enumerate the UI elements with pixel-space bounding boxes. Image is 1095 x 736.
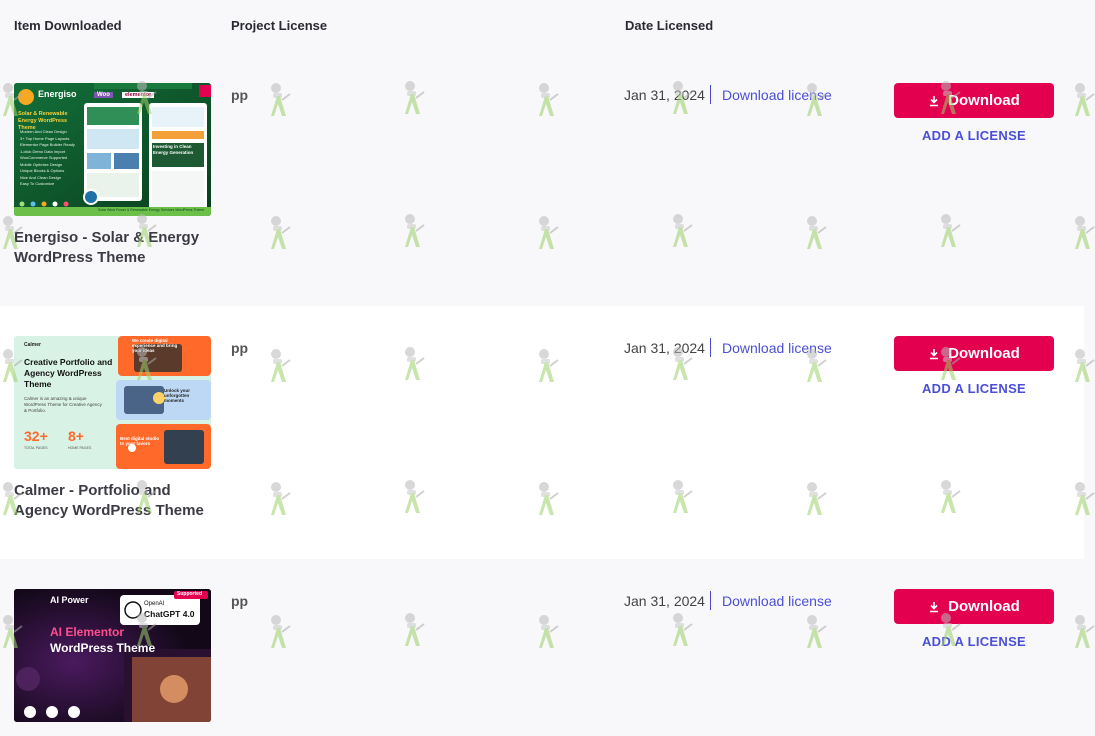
thumb-line1: AI Elementor (50, 625, 125, 639)
download-license-link[interactable]: Download license (722, 340, 832, 356)
project-license-value: pp (231, 340, 249, 356)
thumb-stat-homes-label: HOME PAGES (68, 446, 92, 450)
thumb-stat-pages: 32+ (24, 428, 48, 444)
item-thumbnail[interactable]: Energiso Solar & Renewable Energy WordPr… (14, 83, 211, 216)
thumb-card-text: Unlock your unforgotten moments (164, 388, 191, 403)
woo-badge: Woo (94, 92, 113, 98)
thumb-card-text: Best digital studio to your favors (120, 436, 160, 446)
thumb-supported-badge: Supported (177, 591, 202, 597)
header-project-license: Project License (231, 18, 328, 33)
download-button[interactable]: Download (894, 589, 1054, 624)
thumb-footer: Solar Wind Power & Renewable Energy Serv… (98, 208, 205, 212)
download-button-label: Download (948, 345, 1020, 362)
download-button[interactable]: Download (894, 336, 1054, 371)
header-item-downloaded: Item Downloaded (14, 18, 122, 33)
thumb-hero-text: Investing in Clean Energy Generation (153, 144, 194, 155)
thumb-brand: Energiso (38, 89, 77, 99)
item-title[interactable]: Energiso - Solar & Energy WordPress Them… (14, 228, 214, 268)
thumb-feature: Easy To Customize (20, 181, 55, 186)
project-license-value: pp (231, 593, 249, 609)
thumb-headline: Creative Portfolio and Agency WordPress … (24, 357, 113, 389)
thumb-openai: OpenAI (144, 601, 165, 607)
thumb-brand: AI Power (50, 595, 89, 605)
thumb-feature: Elementor Page Builder Ready (20, 142, 75, 147)
download-icon (930, 348, 939, 359)
download-button[interactable]: Download (894, 83, 1054, 118)
item-thumbnail[interactable]: AI Power Supported OpenAI ChatGPT 4.0 AI… (14, 589, 211, 722)
date-licensed: Jan 31, 2024 (624, 593, 705, 609)
item-thumbnail[interactable]: Calmer Creative Portfolio and Agency Wor… (14, 336, 211, 469)
project-license-value: pp (231, 87, 249, 103)
thumb-feature-list: Modern And Clean Design 3+ Top Home Page… (20, 129, 75, 188)
table-row: AI Power Supported OpenAI ChatGPT 4.0 AI… (0, 559, 1084, 736)
header-date-licensed: Date Licensed (625, 18, 714, 33)
add-license-link[interactable]: ADD A LICENSE (894, 634, 1054, 649)
download-icon (930, 601, 939, 612)
thumb-stat-pages-label: TOTAL PAGES (24, 446, 48, 450)
divider (710, 85, 711, 104)
download-button-label: Download (948, 92, 1020, 109)
thumb-feature: Modern And Clean Design (20, 129, 67, 134)
thumb-brand: Calmer (24, 342, 41, 348)
thumb-line2: WordPress Theme (50, 641, 156, 655)
download-button-label: Download (948, 598, 1020, 615)
divider (710, 338, 711, 357)
add-license-link[interactable]: ADD A LICENSE (894, 381, 1054, 396)
table-header: Item Downloaded Project License Date Lic… (0, 0, 1095, 50)
thumb-description: Calmer is an amazing & unique WordPress … (24, 396, 102, 413)
download-license-link[interactable]: Download license (722, 593, 832, 609)
table-row: Calmer Creative Portfolio and Agency Wor… (0, 306, 1084, 559)
date-licensed: Jan 31, 2024 (624, 340, 705, 356)
thumb-feature: WooCommerce Supported (20, 155, 68, 160)
elementor-badge: elementor (122, 92, 155, 98)
divider (710, 591, 711, 610)
item-title[interactable]: Calmer - Portfolio and Agency WordPress … (14, 481, 214, 521)
add-license-link[interactable]: ADD A LICENSE (894, 128, 1054, 143)
thumb-card-text: We create digital experience and bring y… (132, 338, 178, 353)
thumb-stat-homes: 8+ (68, 428, 84, 444)
date-licensed: Jan 31, 2024 (624, 87, 705, 103)
download-icon (930, 95, 939, 106)
table-row: Energiso Solar & Renewable Energy WordPr… (0, 53, 1084, 306)
thumb-chatgpt: ChatGPT 4.0 (144, 609, 195, 619)
download-license-link[interactable]: Download license (722, 87, 832, 103)
